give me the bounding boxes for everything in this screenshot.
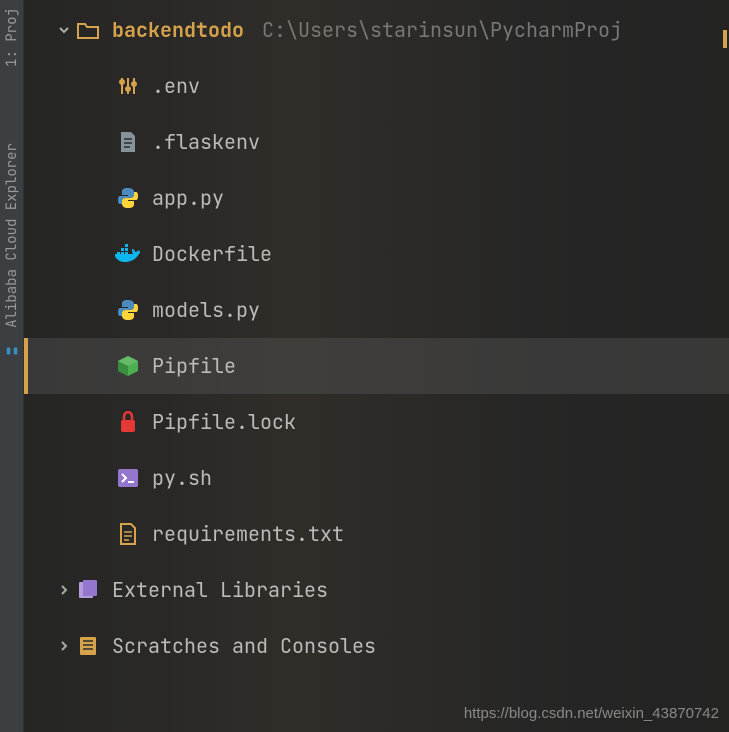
file-row-requirements[interactable]: requirements.txt	[24, 506, 729, 562]
external-libraries-label: External Libraries	[112, 577, 328, 603]
file-row-dockerfile[interactable]: Dockerfile	[24, 226, 729, 282]
folder-row-backendtodo[interactable]: backendtodo C:\Users\starinsun\PycharmPr…	[24, 2, 729, 58]
file-label: requirements.txt	[152, 521, 344, 547]
project-tool-tab[interactable]: 1: Proj	[1, 0, 23, 75]
file-row-pipfile[interactable]: Pipfile	[24, 338, 729, 394]
package-icon	[114, 352, 142, 380]
file-label: .flaskenv	[152, 129, 260, 155]
file-label: models.py	[152, 297, 260, 323]
file-row-flaskenv[interactable]: .flaskenv	[24, 114, 729, 170]
python-icon	[114, 296, 142, 324]
file-label: Pipfile	[152, 353, 236, 379]
folder-name: backendtodo	[112, 17, 244, 43]
doc-icon	[114, 520, 142, 548]
scratches-row[interactable]: Scratches and Consoles	[24, 618, 729, 674]
folder-path: C:\Users\starinsun\PycharmProj	[262, 17, 622, 43]
tool-window-bar: 1: Proj Alibaba Cloud Explorer	[0, 0, 24, 732]
scratches-label: Scratches and Consoles	[112, 633, 376, 659]
folder-icon	[74, 16, 102, 44]
docker-icon	[114, 240, 142, 268]
shell-icon	[114, 464, 142, 492]
file-label: Dockerfile	[152, 241, 272, 267]
chevron-right-icon	[54, 584, 74, 596]
python-icon	[114, 184, 142, 212]
scratches-icon	[74, 632, 102, 660]
file-label: app.py	[152, 185, 224, 211]
chevron-down-icon	[54, 24, 74, 36]
file-row-pipfile-lock[interactable]: Pipfile.lock	[24, 394, 729, 450]
file-label: py.sh	[152, 465, 212, 491]
chevron-right-icon	[54, 640, 74, 652]
file-text-icon	[114, 128, 142, 156]
file-row-py-sh[interactable]: py.sh	[24, 450, 729, 506]
file-row-env[interactable]: .env	[24, 58, 729, 114]
file-label: Pipfile.lock	[152, 409, 296, 435]
lock-icon	[114, 408, 142, 436]
sliders-icon	[114, 72, 142, 100]
watermark: https://blog.csdn.net/weixin_43870742	[464, 705, 719, 722]
file-row-models-py[interactable]: models.py	[24, 282, 729, 338]
file-row-app-py[interactable]: app.py	[24, 170, 729, 226]
project-tree: backendtodo C:\Users\starinsun\PycharmPr…	[24, 0, 729, 732]
alibaba-cloud-tab[interactable]: Alibaba Cloud Explorer	[1, 135, 23, 336]
file-label: .env	[152, 73, 200, 99]
external-libraries-row[interactable]: External Libraries	[24, 562, 729, 618]
libraries-icon	[74, 576, 102, 604]
cloud-icon	[5, 344, 19, 358]
